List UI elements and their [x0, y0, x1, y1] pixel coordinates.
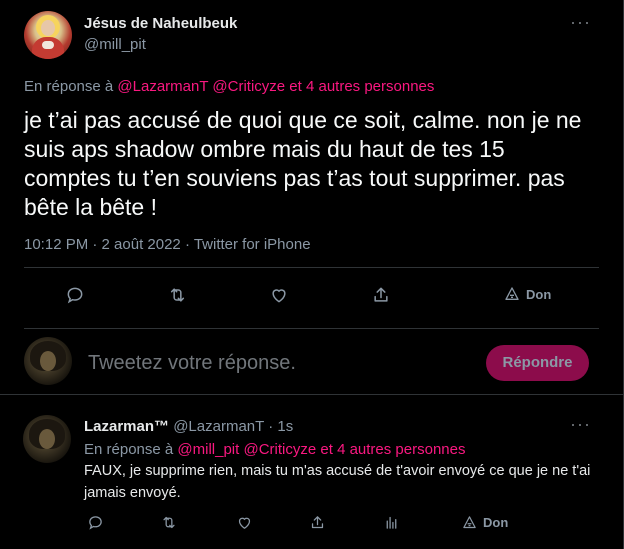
avatar[interactable]: [23, 415, 71, 463]
tweet-text: FAUX, je supprime rien, mais tu m'as acc…: [84, 463, 591, 501]
replying-mentions[interactable]: @LazarmanT @Criticyze: [117, 78, 285, 95]
analytics-icon: [386, 516, 397, 529]
tip-label: Don: [483, 515, 509, 530]
author-handle[interactable]: @LazarmanT: [173, 418, 264, 435]
replying-to: En réponse à @LazarmanT @Criticyze et 4 …: [24, 78, 434, 95]
retweet-button[interactable]: [160, 514, 178, 531]
replying-to: En réponse à @mill_pit @Criticyze et 4 a…: [84, 441, 465, 458]
user-avatar[interactable]: [24, 337, 72, 385]
main-tweet: Jésus de Naheulbeuk @mill_pit ··· En rép…: [0, 0, 623, 393]
heart-icon: [238, 517, 251, 529]
tweet-meta[interactable]: 10:12 PM · 2 août 2022 · Twitter for iPh…: [24, 236, 311, 253]
author-name[interactable]: Lazarman™: [84, 418, 169, 435]
share-icon: [374, 287, 388, 302]
author-handle[interactable]: @mill_pit: [84, 36, 146, 53]
tip-icon: [463, 516, 476, 529]
like-button[interactable]: [236, 514, 253, 531]
share-button[interactable]: [371, 285, 391, 305]
avatar-face: [40, 351, 56, 371]
share-button[interactable]: [309, 514, 326, 531]
retweet-icon: [163, 516, 175, 529]
replying-prefix: En réponse à: [84, 441, 174, 458]
tip-button[interactable]: Don: [504, 286, 551, 302]
retweet-button[interactable]: [167, 285, 188, 305]
analytics-button[interactable]: [383, 514, 400, 531]
like-button[interactable]: [269, 285, 289, 305]
tip-icon: [505, 287, 519, 300]
divider: [24, 267, 599, 268]
reply-button[interactable]: [87, 514, 104, 531]
more-options-icon[interactable]: ···: [570, 415, 590, 435]
replying-others-link[interactable]: et 4 autres personnes: [289, 78, 434, 95]
tweet-thread: Jésus de Naheulbeuk @mill_pit ··· En rép…: [0, 0, 624, 549]
reply-author-line: Lazarman™ @LazarmanT · 1s: [84, 418, 293, 435]
retweet-icon: [170, 288, 185, 302]
reply-icon: [89, 516, 102, 530]
share-icon: [311, 516, 324, 529]
author-name[interactable]: Jésus de Naheulbeuk: [84, 15, 237, 32]
divider: [24, 328, 599, 329]
heart-icon: [272, 289, 286, 303]
reply-input[interactable]: Tweetez votre réponse.: [88, 352, 296, 375]
replying-prefix: En réponse à: [24, 78, 114, 95]
reply-button[interactable]: [65, 285, 85, 305]
tip-button[interactable]: Don: [462, 515, 508, 530]
avatar[interactable]: [24, 11, 72, 59]
reply-icon: [67, 287, 83, 304]
avatar-hands: [42, 41, 54, 49]
tip-label: Don: [526, 286, 552, 302]
avatar-face: [39, 429, 55, 449]
avatar-face: [41, 20, 55, 36]
tweet-text: je t’ai pas accusé de quoi que ce soit, …: [24, 107, 582, 220]
replying-others-link[interactable]: et 4 autres personnes: [320, 441, 465, 458]
timestamp[interactable]: · 1s: [268, 418, 293, 435]
divider: [0, 394, 623, 395]
more-options-icon[interactable]: ···: [570, 13, 590, 33]
reply-submit-button[interactable]: Répondre: [486, 345, 589, 381]
replying-mentions[interactable]: @mill_pit @Criticyze: [177, 441, 316, 458]
